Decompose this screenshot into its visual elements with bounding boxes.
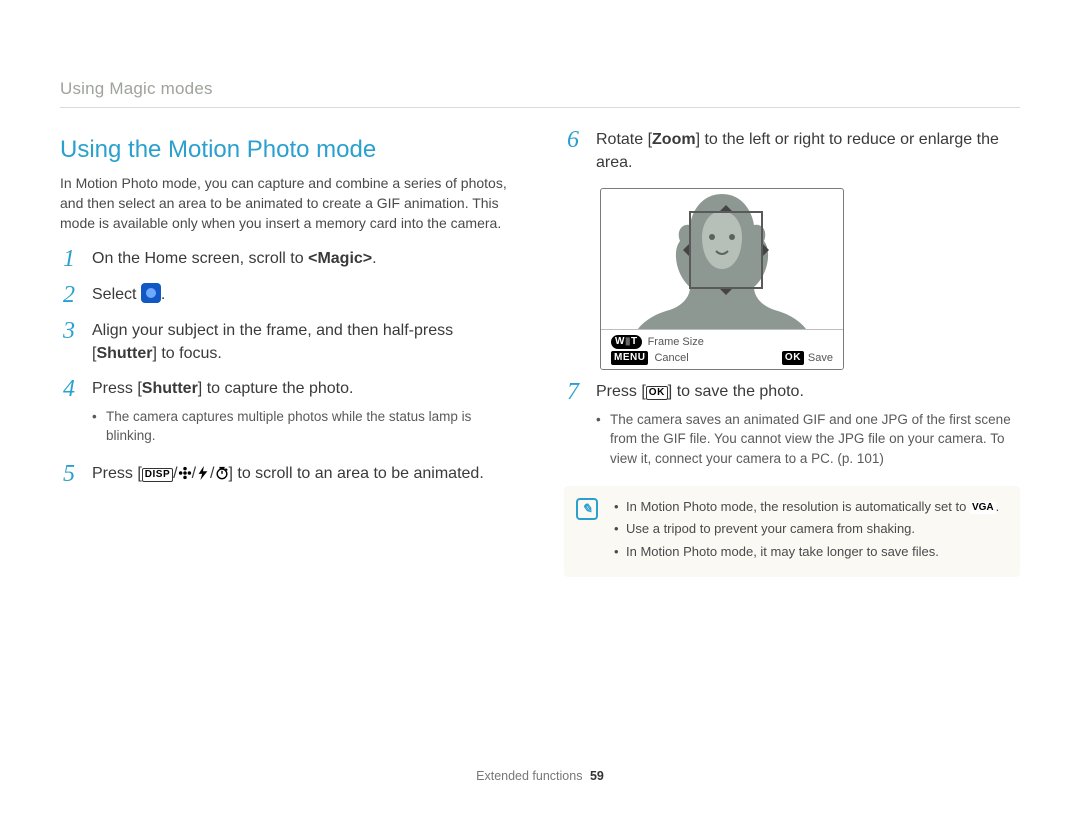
- step-number: 7: [564, 380, 582, 404]
- step-body: Press [OK] to save the photo.The camera …: [596, 380, 1020, 472]
- save-label: Save: [808, 351, 833, 366]
- manual-page: Using Magic modes Using the Motion Photo…: [0, 0, 1080, 815]
- steps-list-right-bottom: 7 Press [OK] to save the photo.The camera…: [564, 380, 1020, 472]
- step-number: 4: [60, 377, 78, 401]
- section-title: Using the Motion Photo mode: [60, 134, 516, 166]
- step: 4 Press [Shutter] to capture the photo.Th…: [60, 377, 516, 449]
- step-subitem: The camera captures multiple photos whil…: [92, 407, 516, 446]
- step-body: Rotate [Zoom] to the left or right to re…: [596, 128, 1020, 174]
- camera-screen-footer: W▮T Frame Size MENU Cancel OK Save: [601, 329, 843, 369]
- step-number: 6: [564, 128, 582, 152]
- steps-list-right-top: 6 Rotate [Zoom] to the left or right to r…: [564, 128, 1020, 174]
- step: 2 Select .: [60, 283, 516, 307]
- wt-icon: W▮T: [611, 335, 642, 349]
- camera-screen: W▮T Frame Size MENU Cancel OK Save: [600, 188, 844, 370]
- arrow-left-icon: [677, 244, 689, 256]
- note-icon: ✎: [576, 498, 598, 520]
- content-columns: Using the Motion Photo mode In Motion Ph…: [60, 128, 1020, 577]
- breadcrumb: Using Magic modes: [60, 78, 1020, 101]
- ok-icon: OK: [782, 351, 804, 365]
- arrow-down-icon: [720, 289, 732, 301]
- note-box: ✎ In Motion Photo mode, the resolution i…: [564, 486, 1020, 577]
- right-column: 6 Rotate [Zoom] to the left or right to r…: [564, 128, 1020, 577]
- step-body: Press [Shutter] to capture the photo.The…: [92, 377, 516, 449]
- page-footer: Extended functions 59: [0, 768, 1080, 785]
- note-item: In Motion Photo mode, it may take longer…: [614, 543, 1004, 561]
- camera-screen-illustration: W▮T Frame Size MENU Cancel OK Save: [600, 188, 1020, 370]
- step-body: Align your subject in the frame, and the…: [92, 319, 516, 365]
- selection-frame: [689, 211, 763, 289]
- footer-page-number: 59: [590, 769, 604, 783]
- step-sublist: The camera saves an animated GIF and one…: [596, 410, 1020, 469]
- notes-list: In Motion Photo mode, the resolution is …: [614, 498, 1004, 561]
- step: 3 Align your subject in the frame, and th…: [60, 319, 516, 365]
- arrow-up-icon: [720, 199, 732, 211]
- macro-icon: [178, 464, 192, 478]
- step-number: 2: [60, 283, 78, 307]
- note-item: Use a tripod to prevent your camera from…: [614, 520, 1004, 538]
- step-subitem: The camera saves an animated GIF and one…: [596, 410, 1020, 469]
- flash-icon: [196, 464, 210, 478]
- step-number: 5: [60, 462, 78, 486]
- step-body: Press [DISP///] to scroll to an area to …: [92, 462, 516, 485]
- note-item: In Motion Photo mode, the resolution is …: [614, 498, 1004, 516]
- step: 6 Rotate [Zoom] to the left or right to r…: [564, 128, 1020, 174]
- timer-icon: [215, 464, 229, 478]
- left-column: Using the Motion Photo mode In Motion Ph…: [60, 128, 516, 577]
- menu-icon: MENU: [611, 351, 648, 365]
- step-sublist: The camera captures multiple photos whil…: [92, 407, 516, 446]
- divider: [60, 107, 1020, 108]
- step-number: 1: [60, 247, 78, 271]
- step-number: 3: [60, 319, 78, 343]
- step: 1 On the Home screen, scroll to <Magic>.: [60, 247, 516, 271]
- step: 7 Press [OK] to save the photo.The camera…: [564, 380, 1020, 472]
- vga-glyph: VGA: [970, 502, 996, 514]
- cancel-label: Cancel: [654, 351, 688, 366]
- step-body: Select .: [92, 283, 516, 306]
- steps-list-left: 1 On the Home screen, scroll to <Magic>. 2…: [60, 247, 516, 486]
- disp-glyph: DISP: [142, 468, 173, 482]
- frame-size-label: Frame Size: [648, 335, 704, 350]
- footer-section: Extended functions: [476, 769, 582, 783]
- intro-paragraph: In Motion Photo mode, you can capture an…: [60, 174, 516, 233]
- arrow-right-icon: [763, 244, 775, 256]
- motion-photo-mode-icon: [141, 283, 161, 303]
- ok-glyph: OK: [646, 386, 668, 400]
- step-body: On the Home screen, scroll to <Magic>.: [92, 247, 516, 270]
- step: 5 Press [DISP///] to scroll to an area to…: [60, 462, 516, 486]
